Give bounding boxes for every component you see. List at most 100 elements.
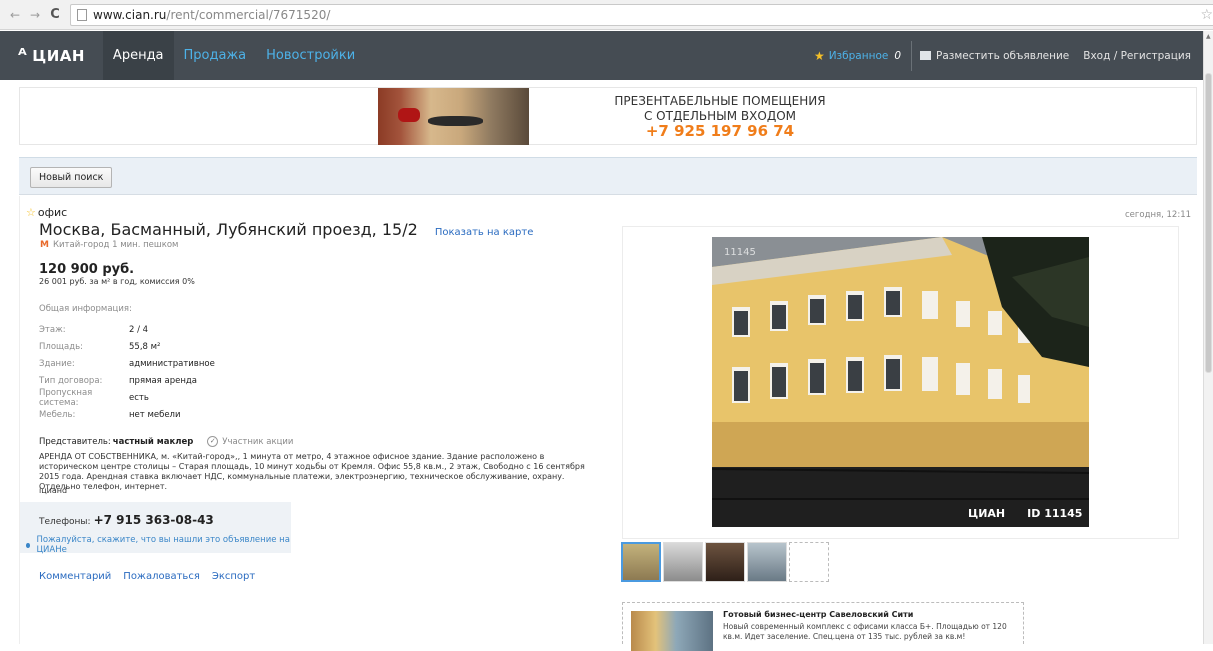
info-row: Площадь: 55,8 м² [39, 338, 299, 355]
phone-box: Телефоны: +7 915 363-08-43 Пожалуйста, с… [20, 502, 291, 555]
info-value: 2 / 4 [129, 324, 149, 335]
phone-hint: Пожалуйста, скажите, что вы нашли это об… [26, 535, 291, 555]
listing-description: АРЕНДА ОТ СОБСТВЕННИКА, м. «Китай-город»… [39, 452, 585, 491]
sidebar-ad[interactable]: Готовый бизнес-центр Савеловский Сити Но… [622, 602, 1024, 651]
header-divider [911, 40, 913, 71]
agent-info: Представитель: частный маклер ✓ Участник… [39, 436, 293, 447]
browser-toolbar: ← → C www.cian.ru /rent/commercial/76715… [0, 0, 1213, 30]
main-photo[interactable]: 11145 ЦИАН ID 11145 [712, 237, 1089, 527]
price-details: 26 001 руб. за м² в год, комиссия 0% [39, 277, 195, 286]
hint-dot-icon [26, 542, 31, 548]
url-path: /rent/commercial/7671520/ [166, 7, 331, 22]
promo-label: Участник акции [222, 436, 294, 447]
site-header: ᴬ ЦИАН Аренда Продажа Новостройки ★ Избр… [0, 31, 1203, 80]
listing-type: ☆ офис [26, 206, 67, 219]
banner-phone: +7 925 197 96 74 [645, 122, 795, 140]
thumbnail[interactable] [621, 542, 661, 582]
logo-mark-icon: ᴬ [18, 45, 28, 66]
info-row: Этаж: 2 / 4 [39, 321, 299, 338]
banner-line1: ПРЕЗЕНТАБЕЛЬНЫЕ ПОМЕЩЕНИЯ [614, 94, 826, 108]
description-signature: iцианd [39, 486, 68, 495]
back-icon[interactable]: ← [8, 8, 22, 22]
show-map-link[interactable]: Показать на карте [435, 227, 534, 238]
banner-image [378, 88, 529, 145]
favorites-count: 0 [894, 49, 902, 62]
photo-watermark: ЦИАН ID 11145 [968, 507, 1082, 520]
nav-new-buildings[interactable]: Новостройки [256, 31, 365, 80]
new-search-button[interactable]: Новый поиск [30, 167, 113, 188]
general-info: Общая информация: Этаж: 2 / 4 Площадь: 55,… [39, 304, 299, 423]
document-icon [920, 51, 932, 60]
export-link[interactable]: Экспорт [212, 571, 255, 582]
header-right: ★ Избранное 0 Разместить объявление Вход… [814, 40, 1203, 71]
browser-nav: ← → C [0, 7, 62, 22]
favorite-star-icon[interactable]: ☆ [26, 206, 36, 219]
post-ad-link[interactable]: Разместить объявление [920, 50, 1069, 62]
photo-gallery: 11145 ЦИАН ID 11145 [622, 226, 1179, 539]
photo-thumbnails [621, 542, 829, 582]
scrollbar-thumb[interactable] [1205, 73, 1212, 373]
site-logo[interactable]: ᴬ ЦИАН [0, 45, 85, 66]
info-value: административное [129, 358, 215, 369]
banner-text: ПРЕЗЕНТАБЕЛЬНЫЕ ПОМЕЩЕНИЯ С ОТДЕЛЬНЫМ ВХ… [590, 94, 850, 139]
listing-content: ☆ офис сегодня, 12:11 Москва, Басманный,… [19, 196, 1197, 651]
thumbnail[interactable] [663, 542, 703, 582]
phone-number[interactable]: +7 915 363-08-43 [94, 513, 214, 527]
thumbnail[interactable] [747, 542, 787, 582]
logo-text: ЦИАН [32, 46, 85, 65]
watermark-logo: ЦИАН [968, 507, 1006, 520]
nav-rent[interactable]: Аренда [102, 31, 174, 80]
info-value: прямая аренда [129, 375, 197, 386]
listing-type-label: офис [37, 206, 68, 219]
agent-label: Представитель: [39, 436, 111, 447]
thumbnail[interactable] [705, 542, 745, 582]
login-link[interactable]: Вход / Регистрация [1083, 50, 1191, 62]
page-scrollbar[interactable]: ▲ [1203, 31, 1213, 644]
banner-table [428, 116, 483, 126]
bookmark-star-icon[interactable]: ☆ [1200, 7, 1213, 23]
floorplan-thumbnail[interactable] [789, 542, 829, 582]
listing-price: 120 900 руб. [39, 262, 135, 277]
ad-title[interactable]: Готовый бизнес-центр Савеловский Сити [723, 610, 913, 619]
page-icon [77, 8, 87, 21]
complain-link[interactable]: Пожаловаться [123, 571, 200, 582]
comment-link[interactable]: Комментарий [39, 571, 111, 582]
main-nav: Аренда Продажа Новостройки [102, 31, 365, 80]
post-ad-label: Разместить объявление [936, 49, 1070, 62]
scroll-up-icon[interactable]: ▲ [1206, 33, 1211, 40]
building-photo-graphic [712, 237, 1089, 527]
info-row: Тип договора: прямая аренда [39, 372, 299, 389]
info-key: Площадь: [39, 341, 83, 352]
search-strip: Новый поиск [19, 157, 1197, 195]
phone-line: Телефоны: +7 915 363-08-43 [39, 513, 214, 527]
ad-text: Новый современный комплекс с офисами кла… [723, 622, 1007, 641]
metro-icon: M [40, 240, 49, 250]
photo-id-top: 11145 [724, 247, 756, 258]
watermark-id: ID 11145 [1027, 507, 1083, 520]
ad-banner[interactable]: ПРЕЗЕНТАБЕЛЬНЫЕ ПОМЕЩЕНИЯ С ОТДЕЛЬНЫМ ВХ… [19, 87, 1197, 145]
nav-sale[interactable]: Продажа [174, 31, 257, 80]
agent-name: частный маклер [112, 436, 194, 447]
address-bar[interactable]: www.cian.ru /rent/commercial/7671520/ ☆ [70, 3, 1213, 26]
info-key: Мебель: [39, 409, 76, 420]
phone-label: Телефоны: [39, 517, 91, 527]
ad-image [631, 611, 713, 651]
listing-address: Москва, Басманный, Лубянский проезд, 15/… [39, 220, 533, 239]
listing-actions: Комментарий Пожаловаться Экспорт [39, 571, 255, 582]
banner-motorcycle [398, 108, 420, 122]
metro-info: M Китай-город 1 мин. пешком [40, 240, 178, 250]
forward-icon[interactable]: → [28, 8, 42, 22]
info-key: Пропускная система: [39, 387, 93, 408]
info-value: 55,8 м² [129, 341, 161, 352]
info-key: Этаж: [39, 324, 66, 335]
address-text: Москва, Басманный, Лубянский проезд, 15/… [39, 220, 418, 239]
reload-icon[interactable]: C [48, 7, 62, 22]
general-info-heading: Общая информация: [39, 304, 132, 314]
info-value: есть [129, 392, 149, 403]
favorites-link[interactable]: ★ Избранное 0 [814, 49, 901, 63]
info-key: Тип договора: [39, 375, 103, 386]
info-key: Здание: [39, 358, 75, 369]
favorites-label: Избранное [828, 49, 889, 62]
promo-badge-icon: ✓ [207, 436, 219, 447]
url-host: www.cian.ru [93, 7, 167, 22]
